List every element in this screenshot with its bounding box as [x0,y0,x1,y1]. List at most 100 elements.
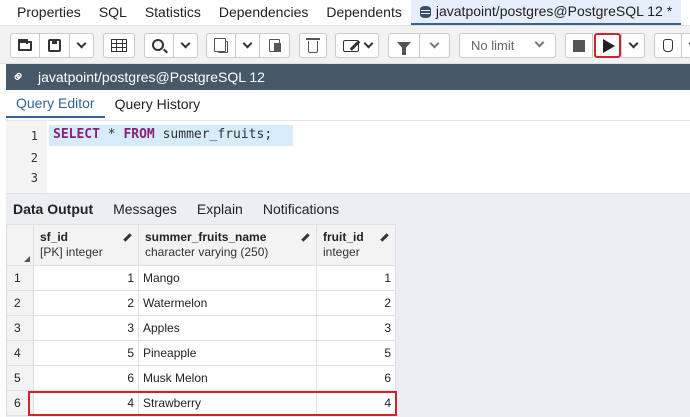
cell-sf-id[interactable]: 5 [33,340,139,366]
tab-messages[interactable]: Messages [103,194,187,224]
find-button[interactable] [144,33,174,58]
folder-open-icon [18,38,32,51]
cell-summer-fruits-name[interactable]: Mango [138,265,317,291]
column-name: summer_fruits_name [145,230,267,244]
query-toolbar: No limit [0,26,690,64]
table-row[interactable]: 1 1 Mango 1 [6,265,396,291]
column-type: character varying (250) [145,245,269,259]
line-number: 1 [30,129,38,143]
cell-summer-fruits-name[interactable]: Musk Melon [138,365,317,391]
tab-query-history[interactable]: Query History [105,90,211,118]
row-number[interactable]: 3 [6,315,34,341]
sql-editor[interactable]: 1 2 3 SELECT * FROM summer_fruits; [6,120,690,193]
row-number[interactable]: 4 [6,340,34,366]
tab-explain[interactable]: Explain [187,194,253,224]
trash-icon [306,38,320,53]
table-row[interactable]: 5 6 Musk Melon 6 [6,365,396,391]
sql-code-line[interactable]: SELECT * FROM summer_fruits; [53,127,272,142]
tab-sql[interactable]: SQL [90,0,136,25]
paste-button[interactable] [260,33,290,58]
row-number[interactable]: 2 [6,290,34,316]
save-dropdown-button[interactable] [70,33,94,58]
tab-data-output[interactable]: Data Output [6,194,103,224]
cell-fruit-id[interactable]: 3 [316,315,396,341]
play-icon [603,38,615,53]
line-number: 3 [30,171,38,185]
chevron-down-icon [76,38,87,49]
table-row[interactable]: 6 4 Strawberry 4 [6,390,396,416]
filter-icon [397,41,411,55]
plug-icon: ⚭ [7,65,31,89]
database-icon [419,5,431,18]
tab-query-editor[interactable]: Query Editor [6,90,105,118]
line-number: 2 [30,151,38,165]
edit-menu-button[interactable] [335,33,379,58]
open-file-button[interactable] [10,33,40,58]
explain-button[interactable] [654,33,682,58]
grid-icon [111,39,127,52]
copy-icon [213,37,228,53]
row-number[interactable]: 5 [6,365,34,391]
tab-query-tool[interactable]: javatpoint/postgres@PostgreSQL 12 * [410,0,682,25]
cell-summer-fruits-name[interactable]: Pineapple [138,340,317,366]
filter-button[interactable] [388,33,420,58]
save-file-button[interactable] [40,33,70,58]
table-row[interactable]: 4 5 Pineapple 5 [6,340,396,366]
explain-dropdown-button[interactable] [682,33,690,58]
tab-notifications[interactable]: Notifications [253,194,349,224]
tab-dependents[interactable]: Dependents [317,0,411,25]
select-all-corner[interactable] [6,224,34,266]
select-all-icon [24,256,30,262]
save-icon [48,39,61,52]
filter-dropdown-button[interactable] [420,33,450,58]
cell-sf-id[interactable]: 2 [33,290,139,316]
tab-query-tool-label: javatpoint/postgres@PostgreSQL 12 * [435,3,673,19]
connection-status[interactable]: ⚭ [6,64,32,90]
column-name: sf_id [40,230,69,244]
cell-summer-fruits-name[interactable]: Strawberry [138,390,317,416]
cell-fruit-id[interactable]: 4 [316,390,396,416]
cell-sf-id[interactable]: 6 [33,365,139,391]
column-header-summer-fruits-name[interactable]: summer_fruits_name character varying (25… [138,224,317,266]
cell-fruit-id[interactable]: 1 [316,265,396,291]
column-header-sf-id[interactable]: sf_id [PK] integer [33,224,139,266]
delete-row-button[interactable] [299,33,327,58]
tab-dependencies[interactable]: Dependencies [210,0,318,25]
cell-sf-id[interactable]: 3 [33,315,139,341]
chevron-down-icon [242,38,253,49]
chevron-down-icon [363,38,373,49]
table-row[interactable]: 3 3 Apples 3 [6,315,396,341]
paste-icon [269,39,281,52]
row-limit-select[interactable]: No limit [459,33,556,58]
cell-sf-id[interactable]: 1 [33,265,139,291]
find-dropdown-button[interactable] [174,33,198,58]
results-grid: sf_id [PK] integer summer_fruits_name ch… [6,224,396,416]
tab-statistics[interactable]: Statistics [136,0,210,25]
cell-fruit-id[interactable]: 5 [316,340,396,366]
execute-button[interactable] [594,33,621,58]
search-icon [152,38,164,51]
row-limit-value: No limit [471,38,515,53]
sql-keyword-select: SELECT [53,127,100,142]
table-row[interactable]: 2 2 Watermelon 2 [6,290,396,316]
copy-dropdown-button[interactable] [236,33,260,58]
row-number[interactable]: 1 [6,265,34,291]
chevron-down-icon [429,38,440,49]
cell-fruit-id[interactable]: 6 [316,365,396,391]
execute-dropdown-button[interactable] [621,33,645,58]
tab-properties[interactable]: Properties [0,0,90,25]
hand-icon [663,39,673,52]
row-number[interactable]: 6 [6,390,34,416]
copy-button[interactable] [206,33,236,58]
cell-sf-id[interactable]: 4 [33,390,139,416]
cell-summer-fruits-name[interactable]: Apples [138,315,317,341]
cell-fruit-id[interactable]: 2 [316,290,396,316]
chevron-down-icon [534,37,545,48]
cancel-query-button[interactable] [565,33,593,58]
grid-header-row: sf_id [PK] integer summer_fruits_name ch… [6,224,396,266]
connection-bar[interactable]: ⚭ javatpoint/postgres@PostgreSQL 12 [6,64,690,90]
cell-summer-fruits-name[interactable]: Watermelon [138,290,317,316]
edit-grid-button[interactable] [103,33,135,58]
edit-icon [342,39,359,52]
column-header-fruit-id[interactable]: fruit_id integer [316,224,396,266]
